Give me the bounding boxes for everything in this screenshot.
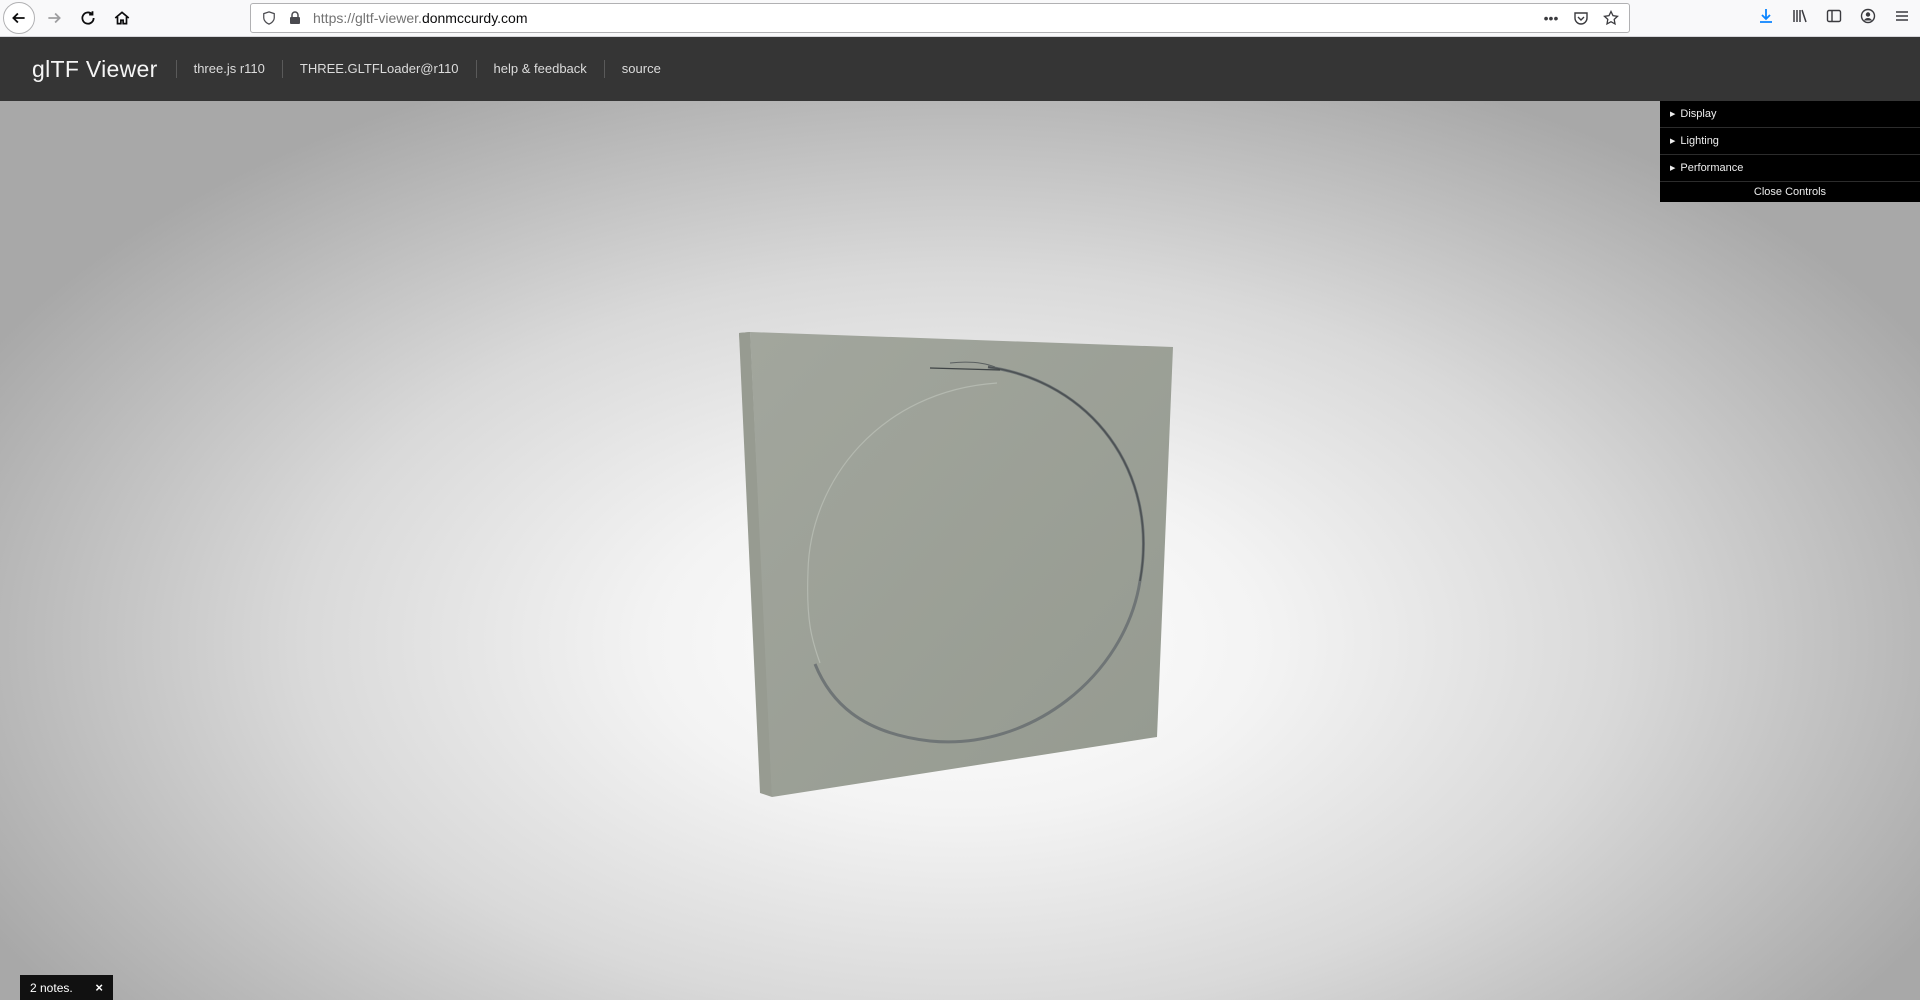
folder-performance-label: Performance xyxy=(1680,161,1744,174)
menu-icon[interactable] xyxy=(1892,6,1912,26)
download-icon[interactable] xyxy=(1756,6,1776,26)
library-icon[interactable] xyxy=(1790,6,1810,26)
toolbar-right xyxy=(1756,6,1912,26)
forward-button[interactable] xyxy=(39,3,69,33)
account-icon[interactable] xyxy=(1858,6,1878,26)
app-title: glTF Viewer xyxy=(32,55,158,82)
back-arrow-icon xyxy=(12,12,25,24)
home-button[interactable] xyxy=(107,3,137,33)
reload-icon xyxy=(81,11,95,25)
nav-help-feedback[interactable]: help & feedback xyxy=(475,60,604,78)
folder-display-label: Display xyxy=(1680,107,1717,120)
close-icon[interactable]: × xyxy=(95,980,103,995)
app-header: glTF Viewer three.js r110 THREE.GLTFLoad… xyxy=(0,37,1920,101)
3d-viewport[interactable] xyxy=(0,101,1920,1000)
tracking-shield-icon[interactable] xyxy=(259,8,279,28)
notes-label[interactable]: 2 notes. xyxy=(30,981,73,995)
pocket-icon[interactable] xyxy=(1571,8,1591,28)
notes-bar: 2 notes. × xyxy=(20,975,113,1000)
url-bar[interactable]: https://gltf-viewer.donmccurdy.com ••• xyxy=(250,3,1630,33)
bookmark-star-icon[interactable] xyxy=(1601,8,1621,28)
model-render xyxy=(739,332,1173,797)
caret-right-icon: ▶ xyxy=(1670,137,1676,145)
nav-gltfloader[interactable]: THREE.GLTFLoader@r110 xyxy=(281,60,476,78)
url-text[interactable]: https://gltf-viewer.donmccurdy.com xyxy=(313,10,528,26)
browser-toolbar: https://gltf-viewer.donmccurdy.com ••• xyxy=(0,0,1920,37)
folder-performance[interactable]: ▶ Performance xyxy=(1660,155,1920,182)
controls-panel: ▶ Display ▶ Lighting ▶ Performance Close… xyxy=(1660,101,1920,202)
caret-right-icon: ▶ xyxy=(1670,164,1676,172)
close-controls-button[interactable]: Close Controls xyxy=(1660,182,1920,202)
url-prefix: https://gltf-viewer. xyxy=(313,10,422,26)
lock-icon[interactable] xyxy=(285,8,305,28)
url-domain: donmccurdy.com xyxy=(421,10,528,26)
nav-source[interactable]: source xyxy=(603,60,678,78)
sidebar-icon[interactable] xyxy=(1824,6,1844,26)
back-button[interactable] xyxy=(3,2,35,34)
more-actions-icon[interactable]: ••• xyxy=(1541,8,1561,28)
box-front-face xyxy=(750,332,1173,797)
folder-lighting[interactable]: ▶ Lighting xyxy=(1660,128,1920,155)
forward-arrow-icon xyxy=(48,12,61,24)
reload-button[interactable] xyxy=(73,3,103,33)
url-actions: ••• xyxy=(1541,8,1621,28)
caret-right-icon: ▶ xyxy=(1670,110,1676,118)
folder-display[interactable]: ▶ Display xyxy=(1660,101,1920,128)
home-icon xyxy=(114,11,130,25)
nav-threejs[interactable]: three.js r110 xyxy=(175,60,282,78)
folder-lighting-label: Lighting xyxy=(1680,134,1719,147)
